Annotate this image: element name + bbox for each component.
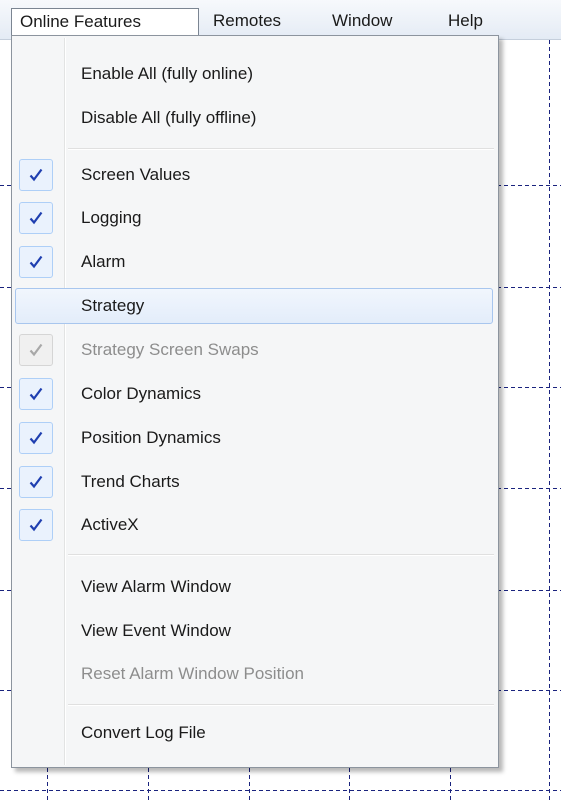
menu-item-label: Strategy <box>81 296 145 315</box>
menu-separator <box>68 148 494 150</box>
menu-item-label: Strategy Screen Swaps <box>81 340 259 359</box>
menu-item-label: Reset Alarm Window Position <box>81 664 304 683</box>
online-features-dropdown: Enable All (fully online) Disable All (f… <box>11 35 499 768</box>
menu-item-enable-all[interactable]: Enable All (fully online) <box>15 56 493 92</box>
checkmark-icon <box>19 334 53 366</box>
checkmark-icon <box>19 466 53 498</box>
menu-item-trend-charts[interactable]: Trend Charts <box>15 464 493 500</box>
menu-item-label: Position Dynamics <box>81 428 221 447</box>
menu-item-view-alarm-window[interactable]: View Alarm Window <box>15 569 493 605</box>
menu-window[interactable]: Window <box>324 8 400 36</box>
checkmark-icon <box>19 509 53 541</box>
menu-item-label: Logging <box>81 208 142 227</box>
menu-separator <box>68 704 494 706</box>
menu-item-label: Color Dynamics <box>81 384 201 403</box>
menu-item-label: Convert Log File <box>81 723 206 742</box>
menu-item-label: Alarm <box>81 252 126 271</box>
menu-item-color-dynamics[interactable]: Color Dynamics <box>15 376 493 412</box>
checkmark-icon <box>19 378 53 410</box>
menu-item-convert-log-file[interactable]: Convert Log File <box>15 715 493 751</box>
checkmark-icon <box>19 246 53 278</box>
checkmark-icon <box>19 202 53 234</box>
checkmark-icon <box>19 159 53 191</box>
menu-separator <box>68 554 494 556</box>
menu-item-alarm[interactable]: Alarm <box>15 244 493 280</box>
menu-item-view-event-window[interactable]: View Event Window <box>15 613 493 649</box>
menu-item-label: Enable All (fully online) <box>81 64 253 83</box>
menu-online-features[interactable]: Online Features <box>11 8 199 36</box>
menu-item-logging[interactable]: Logging <box>15 200 493 236</box>
menu-item-label: Trend Charts <box>81 472 180 491</box>
menu-help[interactable]: Help <box>440 8 491 36</box>
menu-item-position-dynamics[interactable]: Position Dynamics <box>15 420 493 456</box>
checkmark-icon <box>19 422 53 454</box>
menu-item-disable-all[interactable]: Disable All (fully offline) <box>15 100 493 136</box>
menu-bar: Online Features Remotes Window Help <box>0 0 561 40</box>
menu-item-activex[interactable]: ActiveX <box>15 507 493 543</box>
menu-item-screen-values[interactable]: Screen Values <box>15 157 493 193</box>
menu-item-label: Disable All (fully offline) <box>81 108 257 127</box>
menu-item-reset-alarm-window-position: Reset Alarm Window Position <box>15 656 493 692</box>
menu-item-label: Screen Values <box>81 165 191 184</box>
menu-item-label: ActiveX <box>81 515 139 534</box>
menu-item-label: View Event Window <box>81 621 231 640</box>
menu-item-strategy[interactable]: Strategy <box>15 288 493 324</box>
menu-remotes[interactable]: Remotes <box>205 8 289 36</box>
menu-item-label: View Alarm Window <box>81 577 231 596</box>
menu-item-strategy-screen-swaps: Strategy Screen Swaps <box>15 332 493 368</box>
